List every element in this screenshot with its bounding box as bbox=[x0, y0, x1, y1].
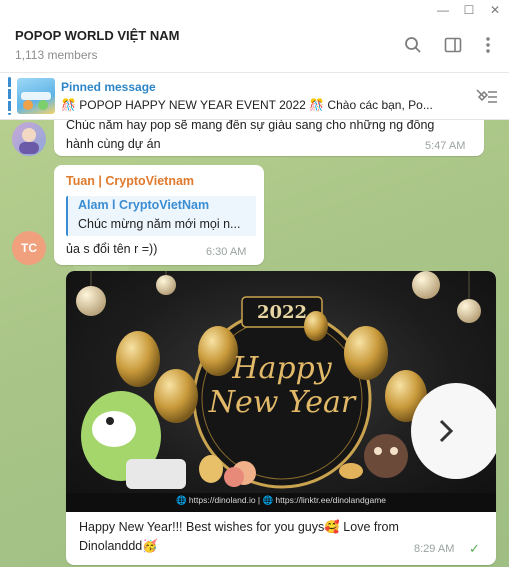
more-menu-icon[interactable] bbox=[476, 33, 500, 57]
chat-area[interactable]: Chúc năm hay pop sẽ mang đến sự giàu san… bbox=[0, 120, 509, 567]
reply-text: Chúc mừng năm mới mọi n... bbox=[78, 217, 241, 231]
chat-title[interactable]: POPOP WORLD VIỆT NAM bbox=[15, 28, 179, 43]
reply-preview[interactable]: Alam l CryptoVietNam Chúc mừng năm mới m… bbox=[66, 196, 256, 236]
pinned-label: Pinned message bbox=[61, 80, 156, 94]
unpin-icon[interactable] bbox=[474, 87, 498, 107]
message-bubble[interactable]: Tuan | CryptoVietnam Alam l CryptoVietNa… bbox=[54, 165, 264, 265]
chat-header: POPOP WORLD VIỆT NAM 1,113 members bbox=[0, 20, 509, 73]
message-text: ủa s đổi tên r =)) bbox=[66, 242, 158, 256]
message-time: 6:30 AM bbox=[206, 246, 247, 258]
avatar[interactable] bbox=[12, 122, 46, 156]
image-year: 2022 bbox=[256, 302, 308, 323]
check-icon: ✓ bbox=[469, 541, 480, 556]
member-count: 1,113 members bbox=[15, 48, 98, 62]
message-text: Dinolanddd🥳 bbox=[79, 539, 158, 553]
pinned-thumbnail bbox=[17, 78, 55, 114]
maximize-button[interactable]: ☐ bbox=[456, 0, 482, 20]
search-icon[interactable] bbox=[401, 33, 425, 57]
sidebar-toggle-icon[interactable] bbox=[441, 33, 465, 57]
avatar[interactable]: TC bbox=[12, 231, 46, 265]
minimize-button[interactable]: — bbox=[430, 0, 456, 20]
message-text: hành cùng dự án bbox=[66, 137, 161, 151]
pinned-indicator bbox=[8, 77, 11, 115]
pinned-message-bar[interactable]: Pinned message 🎊 POPOP HAPPY NEW YEAR EV… bbox=[0, 73, 509, 120]
message-time: 5:47 AM bbox=[425, 140, 466, 152]
message-bubble[interactable]: Chúc năm hay pop sẽ mang đến sự giàu san… bbox=[54, 120, 484, 156]
window-titlebar: — ☐ ✕ bbox=[0, 0, 509, 20]
pinned-text: 🎊 POPOP HAPPY NEW YEAR EVENT 2022 🎊 Chào… bbox=[61, 98, 433, 112]
sender-name[interactable]: Tuan | CryptoVietnam bbox=[66, 174, 194, 188]
reply-author: Alam l CryptoVietNam bbox=[78, 198, 210, 212]
image-title-happy: Happy bbox=[232, 351, 332, 386]
new-year-image[interactable]: 2022 Happy New Year 🌐 https://dinoland.i… bbox=[66, 271, 496, 512]
message-time: 8:29 AM bbox=[414, 543, 455, 555]
image-title-newyear: New Year bbox=[208, 385, 356, 420]
image-footer-links: 🌐 https://dinoland.io | 🌐 https://linktr… bbox=[175, 495, 387, 505]
close-button[interactable]: ✕ bbox=[482, 0, 508, 20]
message-text: Chúc năm hay pop sẽ mang đến sự giàu san… bbox=[66, 120, 435, 132]
message-bubble[interactable]: 2022 Happy New Year 🌐 https://dinoland.i… bbox=[66, 271, 496, 565]
message-text: Happy New Year!!! Best wishes for you gu… bbox=[79, 520, 399, 534]
